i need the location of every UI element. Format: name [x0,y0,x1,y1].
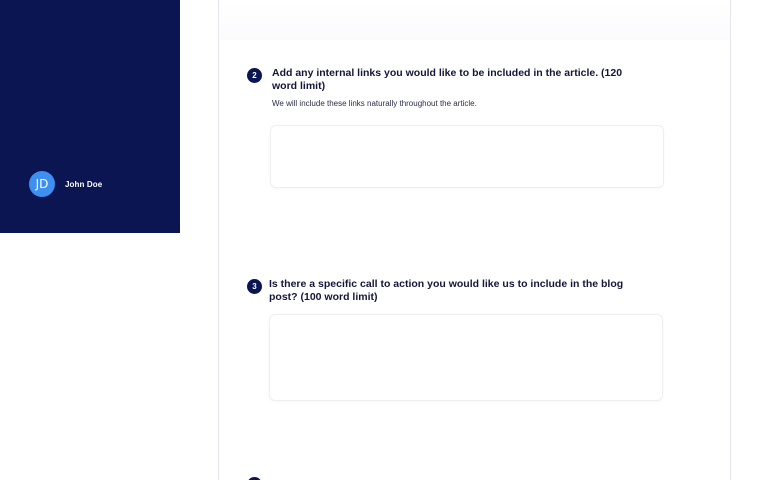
question-title: Add any internal links you would like to… [272,67,623,92]
form-panel: 2 Add any internal links you would like … [218,0,731,480]
question-title: Is there a specific call to action you w… [269,278,624,303]
user-name: John Doe [65,179,103,189]
question-2: 2 Add any internal links you would like … [247,67,627,108]
question-help-text: We will include these links naturally th… [272,99,477,108]
question-number-badge: 3 [247,279,262,294]
panel-top-divider [219,0,730,40]
question-3: 3 Is there a specific call to action you… [247,278,627,304]
internal-links-input[interactable] [270,125,664,188]
user-profile[interactable]: JD John Doe [29,171,102,197]
call-to-action-input[interactable] [269,314,663,401]
question-number-badge: 2 [247,68,262,83]
sidebar: JD John Doe [0,0,180,233]
avatar[interactable]: JD [29,171,55,197]
